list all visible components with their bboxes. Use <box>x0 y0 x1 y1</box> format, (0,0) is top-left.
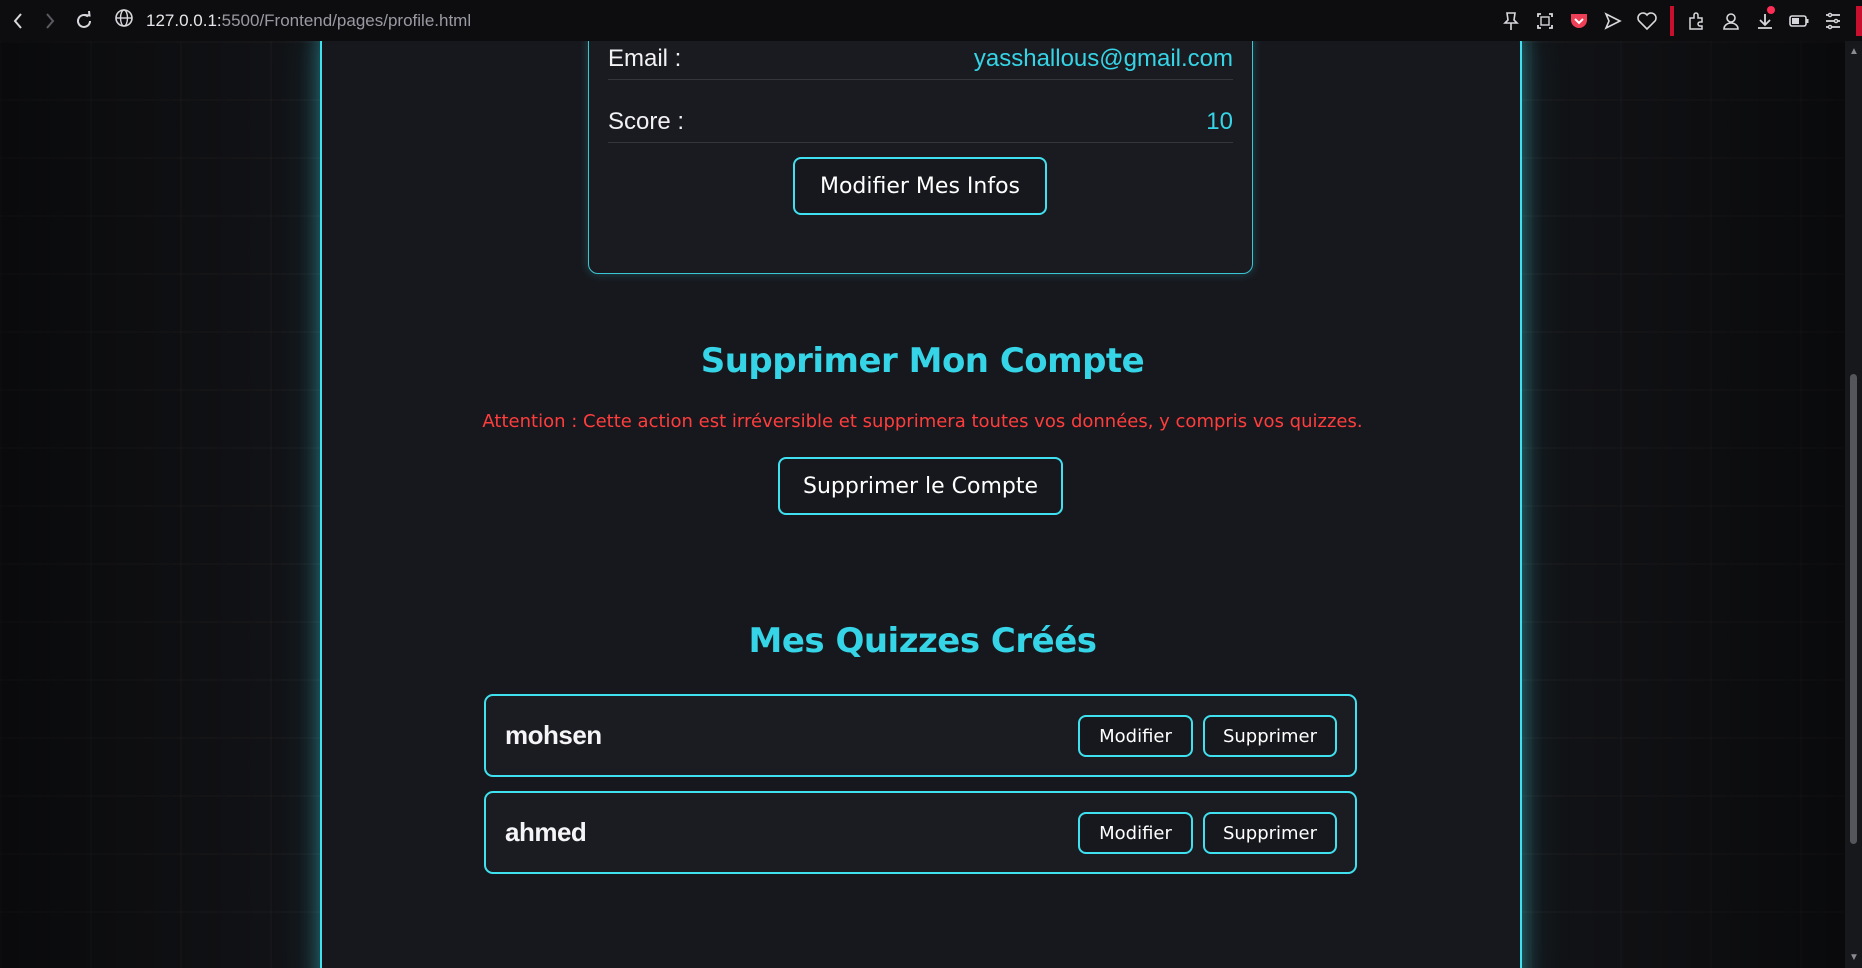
back-icon[interactable] <box>2 0 34 41</box>
edit-info-button[interactable]: Modifier Mes Infos <box>793 157 1047 215</box>
quiz-name: ahmed <box>505 817 587 847</box>
menu-icon[interactable] <box>1816 0 1850 41</box>
my-quizzes-title: Mes Quizzes Créés <box>748 621 1097 661</box>
edit-quiz-button[interactable]: Modifier <box>1078 715 1193 757</box>
score-row: Score : 10 <box>608 102 1233 143</box>
browser-extensions <box>1494 0 1862 41</box>
pocket-icon[interactable] <box>1562 0 1596 41</box>
screenshot-icon[interactable] <box>1528 0 1562 41</box>
email-row: Email : yasshallous@gmail.com <box>608 41 1233 80</box>
battery-icon[interactable] <box>1782 0 1816 41</box>
url-host: 127.0.0.1: <box>146 10 222 30</box>
url-path: 5500/Frontend/pages/profile.html <box>221 10 472 30</box>
score-value: 10 <box>1206 108 1233 135</box>
edit-quiz-button[interactable]: Modifier <box>1078 812 1193 854</box>
scroll-up-arrow-icon[interactable]: ▲ <box>1849 47 1859 57</box>
account-icon[interactable] <box>1714 0 1748 41</box>
toolbar-edge-marker <box>1856 5 1862 36</box>
delete-quiz-button[interactable]: Supprimer <box>1203 812 1337 854</box>
toolbar-separator <box>1670 5 1674 36</box>
globe-icon <box>114 8 134 33</box>
browser-toolbar: 127.0.0.1: 5500/Frontend/pages/profile.ht… <box>0 0 1862 41</box>
score-label: Score : <box>608 108 685 135</box>
notification-dot <box>1767 6 1775 14</box>
quiz-item: ahmed Modifier Supprimer <box>484 791 1357 874</box>
downloads-icon[interactable] <box>1748 0 1782 41</box>
reload-icon[interactable] <box>68 0 100 41</box>
scroll-down-arrow-icon[interactable]: ▼ <box>1849 953 1859 963</box>
pin-icon[interactable] <box>1494 0 1528 41</box>
heart-icon[interactable] <box>1630 0 1664 41</box>
page-viewport: Email : yasshallous@gmail.com Score : 10… <box>0 41 1845 968</box>
vertical-scrollbar[interactable]: ▲ ▼ <box>1845 41 1862 968</box>
extensions-icon[interactable] <box>1680 0 1714 41</box>
delete-account-title: Supprimer Mon Compte <box>700 341 1145 381</box>
send-icon[interactable] <box>1596 0 1630 41</box>
scrollbar-thumb[interactable] <box>1850 374 1857 844</box>
delete-account-button[interactable]: Supprimer le Compte <box>778 457 1063 515</box>
delete-quiz-button[interactable]: Supprimer <box>1203 715 1337 757</box>
email-label: Email : <box>608 45 682 72</box>
quiz-name: mohsen <box>505 720 602 750</box>
email-value: yasshallous@gmail.com <box>973 45 1233 72</box>
address-bar[interactable]: 127.0.0.1: 5500/Frontend/pages/profile.ht… <box>114 8 471 33</box>
forward-icon[interactable] <box>34 0 66 41</box>
delete-warning-text: Attention : Cette action est irréversibl… <box>482 411 1363 432</box>
quiz-item: mohsen Modifier Supprimer <box>484 694 1357 777</box>
